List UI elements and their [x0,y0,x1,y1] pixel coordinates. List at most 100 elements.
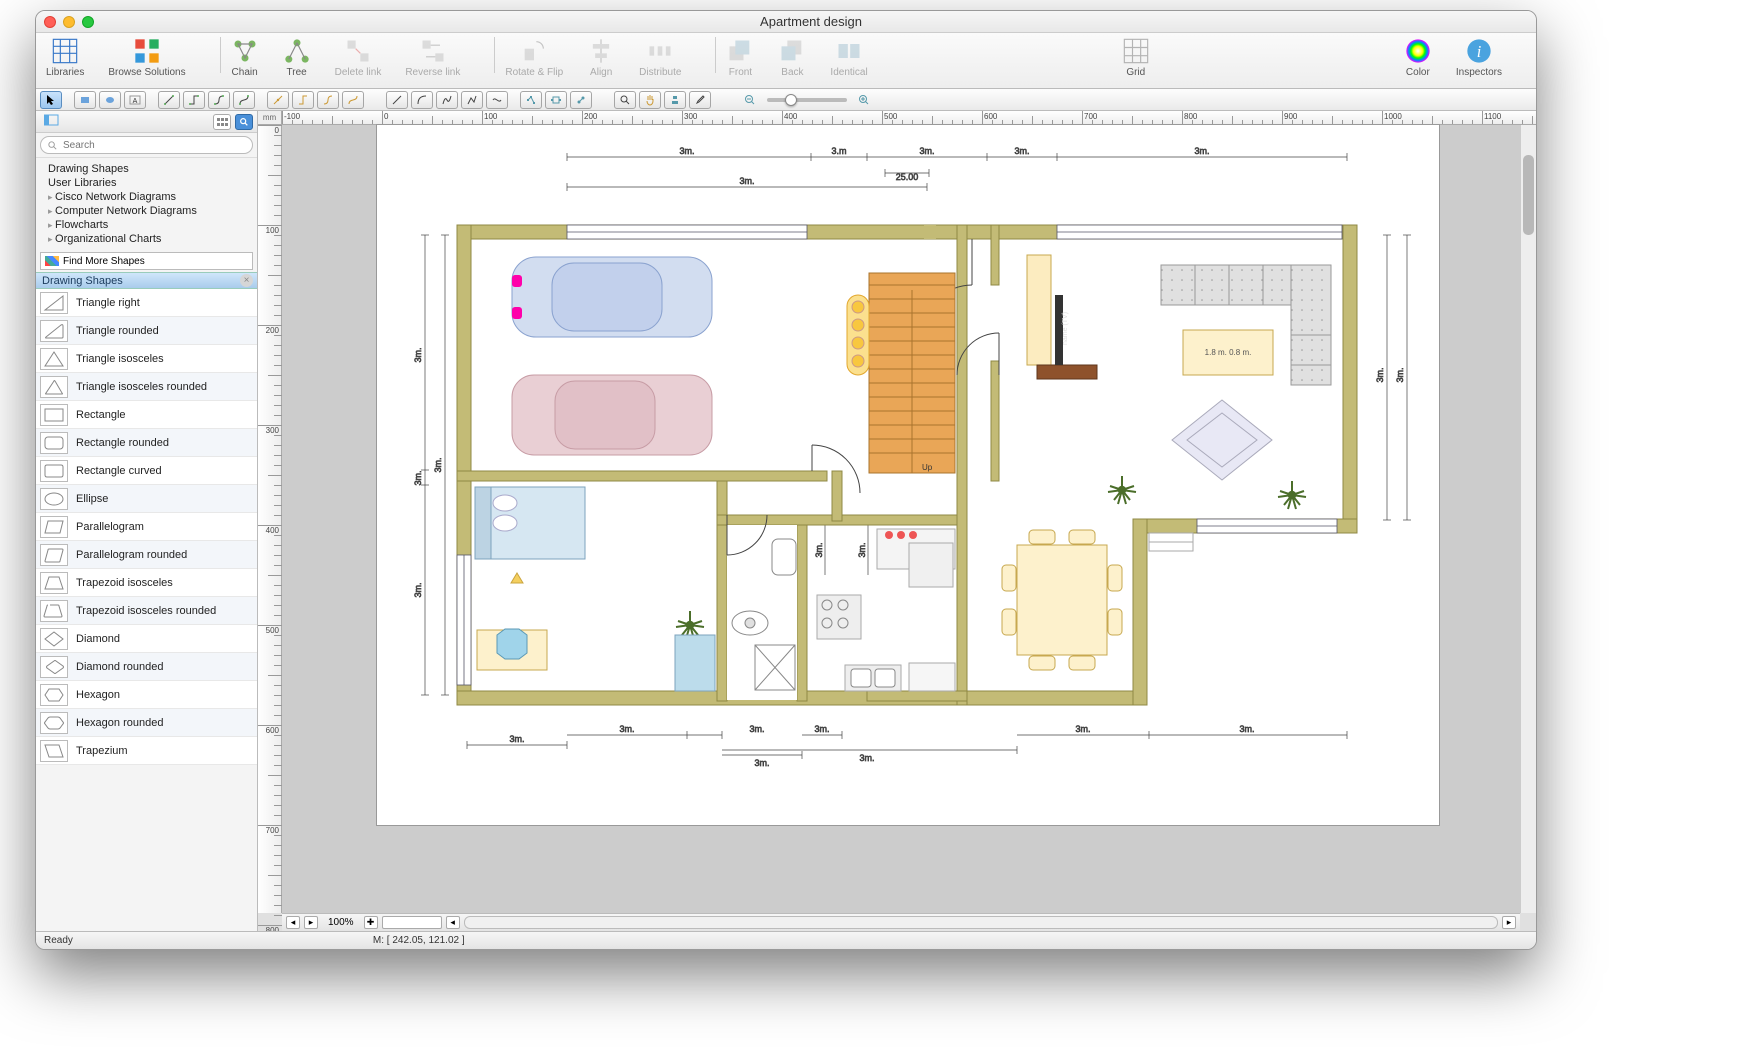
align-button[interactable] [587,37,615,65]
tree-item[interactable]: Cisco Network Diagrams [44,190,249,204]
connector-4[interactable] [233,91,255,109]
identical-button[interactable] [835,37,863,65]
find-more-shapes-button[interactable]: Find More Shapes [40,252,253,270]
search-input[interactable] [40,136,253,154]
ruler-vertical[interactable]: 0100200300400500600700800900 [258,125,282,913]
connector-2[interactable] [183,91,205,109]
shape-item[interactable]: Triangle isosceles [36,345,257,373]
next-page-button[interactable]: ▸ [304,916,318,929]
search-view-toggle[interactable] [235,114,253,130]
scroll-right-button[interactable]: ▸ [1502,916,1516,929]
inspectors-button[interactable]: i [1465,37,1493,65]
bathroom[interactable] [727,515,797,700]
shape-item[interactable]: Rectangle [36,401,257,429]
shape-item[interactable]: Parallelogram [36,513,257,541]
shape-item[interactable]: Rectangle curved [36,457,257,485]
ruler-horizontal[interactable]: -100010020030040050060070080090010001100… [282,111,1536,125]
tree-item[interactable]: Organizational Charts [44,232,249,246]
zoom-window-button[interactable] [82,16,94,28]
bezier-tool[interactable] [486,91,508,109]
polyline-tool[interactable] [461,91,483,109]
distribute-button[interactable] [646,37,674,65]
text-tool[interactable]: A [124,91,146,109]
rect-tool[interactable] [74,91,96,109]
staircase[interactable]: Up [847,273,955,473]
connector-8[interactable] [342,91,364,109]
color-button[interactable] [1404,37,1432,65]
grid-button[interactable] [1122,37,1150,65]
edit-points-1[interactable] [520,91,542,109]
shape-item[interactable]: Trapezoid isosceles rounded [36,597,257,625]
car-blue[interactable] [512,257,712,337]
vertical-scrollbar[interactable] [1520,125,1536,913]
lamp-icon[interactable] [511,573,523,583]
libraries-button[interactable] [51,37,79,65]
shape-item[interactable]: Diamond rounded [36,653,257,681]
desk-chair[interactable] [477,629,547,670]
add-page-button[interactable]: ✚ [364,916,378,929]
edit-points-2[interactable] [545,91,567,109]
zoom-out-button[interactable] [739,91,761,109]
tree-item[interactable]: Drawing Shapes [44,162,249,176]
page-tab[interactable] [382,916,442,929]
line-tool[interactable] [386,91,408,109]
scroll-left-button[interactable]: ◂ [446,916,460,929]
wardrobe[interactable] [675,635,715,691]
arc-tool[interactable] [411,91,433,109]
connector-5[interactable] [267,91,289,109]
tv-unit[interactable]: name (TV) [1027,255,1097,379]
shape-item[interactable]: Parallelogram rounded [36,541,257,569]
shape-item[interactable]: Triangle right [36,289,257,317]
library-panel-icon[interactable] [44,113,68,127]
rotate-flip-button[interactable] [520,37,548,65]
horizontal-scrollbar[interactable] [464,916,1498,929]
connector-7[interactable] [317,91,339,109]
grid-view-toggle[interactable] [213,114,231,130]
shape-item[interactable]: Hexagon rounded [36,709,257,737]
zoom-slider[interactable] [767,98,847,102]
ellipse-tool[interactable] [99,91,121,109]
tree-item[interactable]: Computer Network Diagrams [44,204,249,218]
zoom-in-button[interactable] [853,91,875,109]
close-section-icon[interactable]: × [240,274,253,287]
shape-item[interactable]: Hexagon [36,681,257,709]
bed[interactable] [475,487,585,559]
minimize-window-button[interactable] [63,16,75,28]
browse-solutions-button[interactable] [133,37,161,65]
plant-1[interactable] [1108,476,1136,504]
zoom-percent[interactable]: 100% [322,917,360,928]
pointer-tool[interactable] [40,91,62,109]
drawing-page[interactable]: 3m. 3.m 3m. 3m. 3m. 3m. 2 [377,125,1439,825]
plant-2[interactable] [1278,481,1306,509]
car-pink[interactable] [512,375,712,455]
connector-1[interactable] [158,91,180,109]
floorplan-drawing[interactable]: 3m. 3.m 3m. 3m. 3m. 3m. 2 [377,125,1439,825]
front-button[interactable] [726,37,754,65]
tree-button[interactable] [283,37,311,65]
rug-diamond[interactable] [1172,400,1272,480]
edit-points-3[interactable] [570,91,592,109]
spline-tool[interactable] [436,91,458,109]
delete-link-button[interactable] [344,37,372,65]
shapes-section-header[interactable]: Drawing Shapes × [36,272,257,289]
connector-6[interactable] [292,91,314,109]
shape-item[interactable]: Ellipse [36,485,257,513]
tree-item[interactable]: User Libraries [44,176,249,190]
close-window-button[interactable] [44,16,56,28]
shape-item[interactable]: Trapezium [36,737,257,765]
stamp-tool[interactable] [664,91,686,109]
canvas-viewport[interactable]: 3m. 3.m 3m. 3m. 3m. 3m. 2 [282,125,1536,913]
reverse-link-button[interactable] [419,37,447,65]
shape-item[interactable]: Triangle rounded [36,317,257,345]
tree-item[interactable]: Flowcharts [44,218,249,232]
magnifier-tool[interactable] [614,91,636,109]
shape-item[interactable]: Diamond [36,625,257,653]
back-button[interactable] [778,37,806,65]
connector-3[interactable] [208,91,230,109]
shape-item[interactable]: Triangle isosceles rounded [36,373,257,401]
dining-set[interactable] [1002,530,1122,670]
shape-item[interactable]: Trapezoid isosceles [36,569,257,597]
shape-item[interactable]: Rectangle rounded [36,429,257,457]
eyedropper-tool[interactable] [689,91,711,109]
hand-tool[interactable] [639,91,661,109]
